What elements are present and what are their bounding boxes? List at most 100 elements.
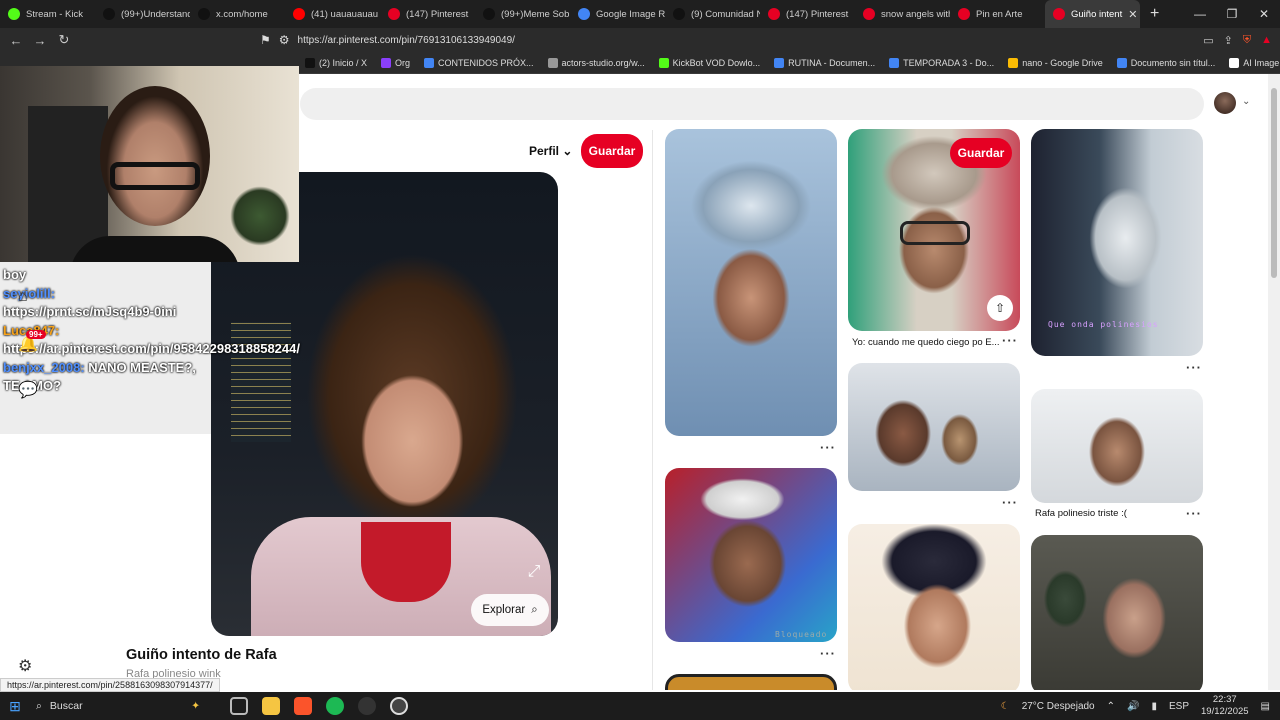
tab-0[interactable]: Stream - Kick (0, 0, 95, 28)
brave-shield-icon[interactable]: ⛨ (1243, 34, 1251, 47)
clock-date: 19/12/2025 (1201, 706, 1249, 717)
bookmark-item[interactable]: actors-studio.org/w... (547, 57, 645, 68)
shirt-shape (361, 522, 451, 602)
page-scrollbar[interactable] (1268, 74, 1280, 690)
save-button[interactable]: Guardar (581, 134, 643, 168)
more-options-icon[interactable]: ··· (820, 440, 836, 455)
more-options-icon[interactable]: ··· (1186, 360, 1202, 375)
back-icon[interactable]: ← (8, 33, 24, 48)
close-tab-icon[interactable]: ✕ (1128, 8, 1137, 21)
tab-5[interactable]: (99+)Meme Sob (475, 0, 570, 28)
bookmark-item[interactable]: TEMPORADA 3 - Do... (889, 57, 994, 68)
more-options-icon[interactable]: ··· (1002, 333, 1018, 348)
restore-icon[interactable]: ❐ (1216, 7, 1248, 21)
chevron-down-icon[interactable]: ⌄ (1242, 96, 1250, 107)
reload-icon[interactable]: ↻ (56, 32, 72, 48)
new-tab-button[interactable]: + (1140, 5, 1169, 23)
bookmark-item[interactable]: Org (381, 57, 410, 68)
more-options-icon[interactable]: ··· (1186, 506, 1202, 521)
bookmark-favicon-icon (305, 57, 315, 68)
taskbar-search[interactable]: ⌕ Buscar ✦ (30, 692, 210, 720)
sidebar-home-icon[interactable]: ⌂ (18, 288, 28, 306)
clock[interactable]: 22:37 19/12/2025 (1201, 694, 1249, 718)
profile-dropdown[interactable]: Perfil ⌄ (529, 144, 572, 158)
bookmark-item[interactable]: Documento sin títul... (1116, 57, 1215, 68)
bookmark-item[interactable]: nano - Google Drive (1008, 57, 1103, 68)
grid-pin-card[interactable] (1031, 389, 1203, 503)
brave-rewards-icon[interactable]: ▲ (1261, 34, 1272, 47)
glasses-shape (110, 162, 200, 190)
chat-username: seyiolill: (3, 285, 56, 301)
notifications-icon[interactable]: ▤ (1261, 701, 1270, 712)
obs-icon[interactable] (390, 697, 408, 715)
grid-save-button[interactable]: Guardar (950, 138, 1012, 168)
search-icon: ⌕ (531, 603, 538, 616)
tab-8[interactable]: (147) Pinterest (760, 0, 855, 28)
bookmark-item[interactable]: RUTINA - Documen... (774, 57, 875, 68)
grid-pin-card[interactable] (665, 674, 837, 690)
tab-6[interactable]: Google Image Re (570, 0, 665, 28)
bookmark-icon[interactable]: ⚑ (260, 33, 271, 47)
bookmark-favicon-icon (381, 57, 392, 68)
cast-icon[interactable]: ▭ (1203, 34, 1213, 47)
file-explorer-icon[interactable] (262, 697, 280, 715)
tab-favicon-icon (578, 8, 590, 20)
battery-icon[interactable]: ▮ (1151, 701, 1157, 712)
share-icon[interactable]: ⇧ (987, 295, 1013, 321)
tab-7[interactable]: (9) Comunidad N (665, 0, 760, 28)
speaker-icon[interactable]: 🔊 (1127, 701, 1139, 712)
tabs-strip: Stream - Kick (99+)Understand x.com/home (4… (0, 0, 1140, 28)
tab-label: (41) uauauauau (311, 8, 379, 20)
messages-icon[interactable]: 💬 (18, 380, 38, 400)
pin-title: Guiño intento de Rafa (126, 647, 277, 663)
url-field[interactable]: ⚑ ⚙ https://ar.pinterest.com/pin/7691310… (260, 30, 900, 50)
tab-2[interactable]: x.com/home (190, 0, 285, 28)
tab-10[interactable]: Pin en Arte (950, 0, 1045, 28)
language-indicator[interactable]: ESP (1169, 701, 1189, 712)
bookmark-favicon-icon (1116, 57, 1127, 68)
app-icon[interactable] (358, 697, 376, 715)
tab-favicon-icon (388, 8, 400, 20)
settings-gear-icon[interactable]: ⚙ (18, 656, 32, 676)
avatar[interactable] (1214, 92, 1236, 114)
status-url-tooltip: https://ar.pinterest.com/pin/25881630983… (0, 678, 220, 692)
more-options-icon[interactable]: ··· (820, 646, 836, 661)
forward-icon[interactable]: → (32, 33, 48, 48)
tab-9[interactable]: snow angels with (855, 0, 950, 28)
grid-pin-card[interactable] (848, 363, 1020, 491)
search-bar[interactable] (300, 88, 1204, 120)
brave-browser-icon[interactable] (294, 697, 312, 715)
grid-pin-card[interactable] (665, 468, 837, 642)
bookmark-item[interactable]: CONTENIDOS PRÓX... (424, 57, 534, 68)
bookmark-item[interactable]: KickBot VOD Dowlo... (658, 57, 760, 68)
tab-label: x.com/home (216, 8, 268, 20)
weather-text[interactable]: 27°C Despejado (1022, 701, 1095, 712)
tab-4[interactable]: (147) Pinterest (380, 0, 475, 28)
task-view-icon[interactable] (230, 697, 248, 715)
expand-icon[interactable]: ⤢ (520, 558, 548, 586)
chevron-up-icon[interactable]: ⌃ (1107, 701, 1115, 712)
tab-label: (147) Pinterest (406, 8, 469, 20)
explore-label: Explorar (482, 604, 526, 616)
grid-pin-card[interactable] (1031, 535, 1203, 690)
grid-pin-card[interactable] (848, 524, 1020, 690)
extension-icons: ▭ ⇪ ⛨ ▲ (1203, 34, 1272, 47)
windows-start-icon[interactable]: ⊞ (0, 698, 30, 715)
explore-button[interactable]: Explorar ⌕ (471, 594, 549, 626)
minimize-icon[interactable]: — (1184, 7, 1216, 21)
system-tray: ☾ 27°C Despejado ⌃ 🔊 ▮ ESP 22:37 19/12/2… (1001, 694, 1280, 718)
tab-1[interactable]: (99+)Understand (95, 0, 190, 28)
tab-3[interactable]: (41) uauauauau (285, 0, 380, 28)
sparkle-icon: ✦ (191, 700, 200, 712)
more-options-icon[interactable]: ··· (1002, 495, 1018, 510)
bookmark-item[interactable]: (2) Inicio / X (305, 57, 367, 68)
scrollbar-thumb[interactable] (1271, 88, 1277, 278)
close-window-icon[interactable]: ✕ (1248, 7, 1280, 21)
site-info-icon[interactable]: ⚙ (279, 33, 290, 47)
spotify-icon[interactable] (326, 697, 344, 715)
grid-pin-card[interactable] (665, 129, 837, 436)
bookmark-favicon-icon (774, 57, 785, 68)
share-icon[interactable]: ⇪ (1224, 34, 1233, 47)
tab-11[interactable]: Guiño intent ✕ (1045, 0, 1140, 28)
bookmark-item[interactable]: AI Image Upscaler |... (1229, 57, 1280, 68)
